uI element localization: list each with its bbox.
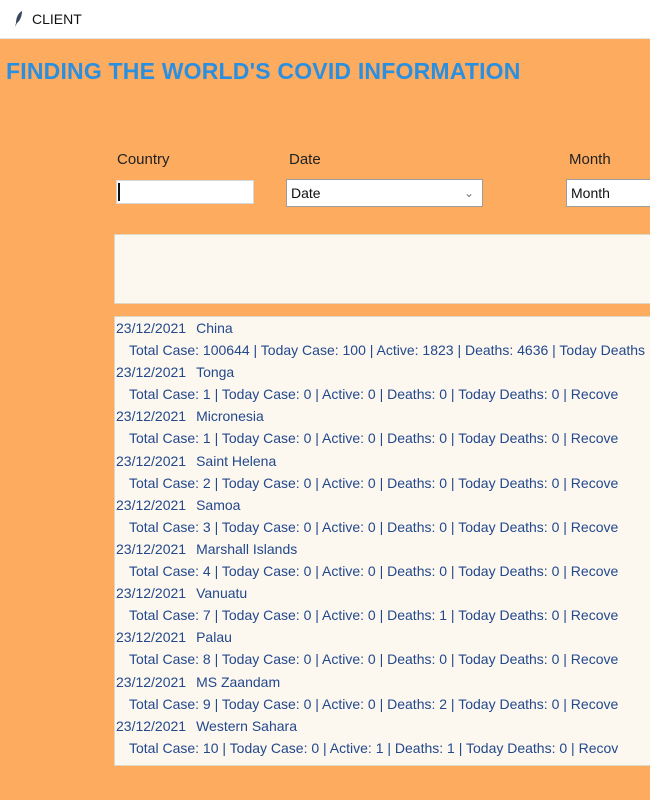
record-date: 23/12/2021 <box>116 408 187 425</box>
page-title: FINDING THE WORLD'S COVID INFORMATION <box>6 58 521 84</box>
record-stats: Total Case: 100644 | Today Case: 100 | A… <box>129 342 646 358</box>
record-country: MS Zaandam <box>196 673 281 690</box>
record-stats: Total Case: 9 | Today Case: 0 | Active: … <box>129 695 619 712</box>
list-item[interactable]: 23/12/2021 Saint Helena Total Case: 2 | T… <box>115 450 650 494</box>
record-country: Tonga <box>196 364 235 381</box>
country-input[interactable] <box>116 180 254 204</box>
record-date: 23/12/2021 <box>116 452 187 469</box>
record-country: Palau <box>196 629 232 646</box>
title-bar: CLIENT <box>0 0 650 39</box>
record-date: 23/12/2021 <box>116 320 187 336</box>
month-label: Month <box>569 151 611 168</box>
records-listbox[interactable]: 23/12/2021 China Total Case: 100644 | Tod… <box>114 316 650 766</box>
record-date: 23/12/2021 <box>116 717 187 734</box>
list-item[interactable]: 23/12/2021 Western Sahara Total Case: 10 … <box>115 715 650 759</box>
record-country: Micronesia <box>196 408 264 425</box>
record-date: 23/12/2021 <box>116 585 187 602</box>
record-country: Samoa <box>196 496 241 513</box>
list-item[interactable]: 23/12/2021 Palau Total Case: 8 | Today Ca… <box>115 626 650 670</box>
chevron-down-icon: ⌄ <box>463 186 474 200</box>
record-country: China <box>196 320 233 336</box>
record-stats: Total Case: 1 | Today Case: 0 | Active: … <box>129 386 619 403</box>
result-display <box>114 234 650 304</box>
record-stats: Total Case: 10 | Today Case: 0 | Active:… <box>129 739 619 756</box>
record-country: Vanuatu <box>196 585 248 602</box>
list-item[interactable]: 23/12/2021 China Total Case: 100644 | Tod… <box>115 317 650 361</box>
record-stats: Total Case: 2 | Today Case: 0 | Active: … <box>129 474 619 491</box>
record-date: 23/12/2021 <box>116 540 187 557</box>
record-date: 23/12/2021 <box>116 496 187 513</box>
month-select-value: Month <box>571 185 610 201</box>
record-stats: Total Case: 7 | Today Case: 0 | Active: … <box>129 607 619 624</box>
list-item[interactable]: 23/12/2021 Tonga Total Case: 1 | Today Ca… <box>115 361 650 405</box>
record-country: Marshall Islands <box>196 540 298 557</box>
window-title: CLIENT <box>32 11 82 27</box>
record-date: 23/12/2021 <box>116 673 187 690</box>
record-date: 23/12/2021 <box>116 364 187 381</box>
record-stats: Total Case: 8 | Today Case: 0 | Active: … <box>129 651 619 668</box>
record-stats: Total Case: 4 | Today Case: 0 | Active: … <box>129 562 619 579</box>
country-label: Country <box>117 151 170 168</box>
text-cursor <box>118 183 120 201</box>
date-select-value: Date <box>291 185 321 201</box>
list-item[interactable]: 23/12/2021 MS Zaandam Total Case: 9 | Tod… <box>115 671 650 715</box>
list-item[interactable]: 23/12/2021 Vanuatu Total Case: 7 | Today … <box>115 582 650 626</box>
record-stats: Total Case: 3 | Today Case: 0 | Active: … <box>129 518 619 535</box>
record-country: Saint Helena <box>196 452 277 469</box>
date-label: Date <box>289 151 321 168</box>
date-select[interactable]: Date ⌄ <box>286 179 483 207</box>
record-country: Western Sahara <box>196 717 297 734</box>
list-item[interactable]: 23/12/2021 Samoa Total Case: 3 | Today Ca… <box>115 494 650 538</box>
record-date: 23/12/2021 <box>116 629 187 646</box>
record-stats: Total Case: 1 | Today Case: 0 | Active: … <box>129 430 619 447</box>
list-item[interactable]: 23/12/2021 Micronesia Total Case: 1 | Tod… <box>115 405 650 449</box>
list-item[interactable]: 23/12/2021 Marshall Islands Total Case: 4… <box>115 538 650 582</box>
month-select[interactable]: Month <box>566 179 650 207</box>
feather-icon <box>12 9 26 29</box>
